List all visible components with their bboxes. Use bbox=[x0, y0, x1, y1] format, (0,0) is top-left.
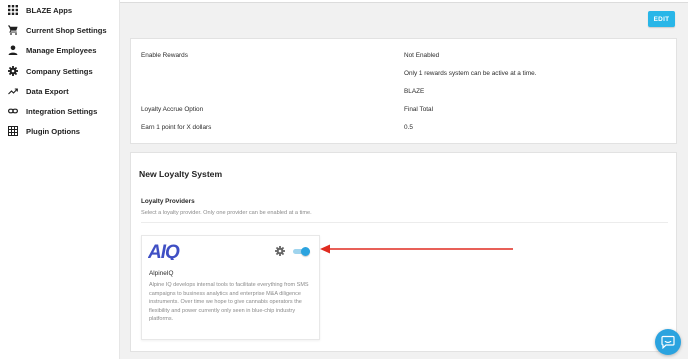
enable-rewards-value: Not Enabled bbox=[404, 52, 440, 59]
trending-icon bbox=[8, 86, 18, 96]
annotation-arrow-icon bbox=[320, 244, 513, 254]
rewards-settings-card: Enable Rewards Not Enabled Only 1 reward… bbox=[130, 38, 677, 144]
loyalty-accrue-value: Final Total bbox=[404, 106, 434, 113]
toggle-knob bbox=[301, 247, 310, 256]
sidebar-item-label: Integration Settings bbox=[26, 106, 98, 116]
loyalty-accrue-label: Loyalty Accrue Option bbox=[141, 106, 204, 113]
chat-button[interactable] bbox=[655, 329, 681, 355]
grid-icon bbox=[8, 126, 18, 136]
loyalty-providers-label: Loyalty Providers bbox=[141, 198, 195, 205]
link-icon bbox=[8, 106, 18, 116]
provider-name: AlpineIQ bbox=[149, 270, 174, 277]
section-title: New Loyalty System bbox=[139, 169, 223, 179]
enable-rewards-label: Enable Rewards bbox=[141, 52, 188, 59]
provider-card-alpineiq[interactable]: AIQ AlpineIQ Alpine IQ develops internal… bbox=[141, 235, 320, 340]
sidebar-item-label: Current Shop Settings bbox=[26, 25, 107, 35]
sidebar-item-blaze-apps[interactable]: BLAZE Apps bbox=[0, 0, 120, 20]
sidebar-item-current-shop-settings[interactable]: Current Shop Settings bbox=[0, 20, 120, 40]
earn-points-label: Earn 1 point for X dollars bbox=[141, 124, 212, 131]
provider-description: Alpine IQ develops internal tools to fac… bbox=[149, 282, 309, 323]
sidebar-item-label: BLAZE Apps bbox=[26, 5, 73, 15]
cart-icon bbox=[8, 25, 18, 35]
apps-grid-icon bbox=[8, 5, 18, 15]
divider bbox=[141, 222, 668, 223]
loyalty-providers-hint: Select a loyalty provider. Only one prov… bbox=[141, 210, 312, 216]
gear-icon bbox=[8, 66, 18, 76]
svg-text:AIQ: AIQ bbox=[148, 242, 180, 260]
edit-button[interactable]: EDIT bbox=[648, 11, 675, 27]
sidebar: BLAZE Apps Current Shop Settings Manage … bbox=[0, 0, 120, 359]
provider-enable-toggle[interactable] bbox=[293, 247, 310, 256]
sidebar-item-manage-employees[interactable]: Manage Employees bbox=[0, 40, 120, 60]
rewards-note: Only 1 rewards system can be active at a… bbox=[404, 70, 537, 77]
sidebar-item-label: Plugin Options bbox=[26, 126, 80, 136]
top-bar bbox=[120, 0, 688, 3]
rewards-system-value: BLAZE bbox=[404, 88, 425, 95]
sidebar-item-company-settings[interactable]: Company Settings bbox=[0, 61, 120, 81]
alpineiq-logo: AIQ bbox=[148, 242, 181, 260]
sidebar-item-label: Manage Employees bbox=[26, 45, 97, 55]
sidebar-item-label: Company Settings bbox=[26, 66, 93, 76]
main-content: EDIT Enable Rewards Not Enabled Only 1 r… bbox=[120, 0, 688, 359]
provider-settings-gear-icon[interactable] bbox=[275, 246, 285, 256]
sidebar-item-data-export[interactable]: Data Export bbox=[0, 81, 120, 101]
sidebar-item-integration-settings[interactable]: Integration Settings bbox=[0, 101, 120, 121]
person-icon bbox=[8, 45, 18, 55]
sidebar-item-plugin-options[interactable]: Plugin Options bbox=[0, 121, 120, 141]
earn-points-value: 0.5 bbox=[404, 124, 413, 131]
chat-bubble-icon bbox=[661, 335, 675, 349]
sidebar-item-label: Data Export bbox=[26, 86, 69, 96]
